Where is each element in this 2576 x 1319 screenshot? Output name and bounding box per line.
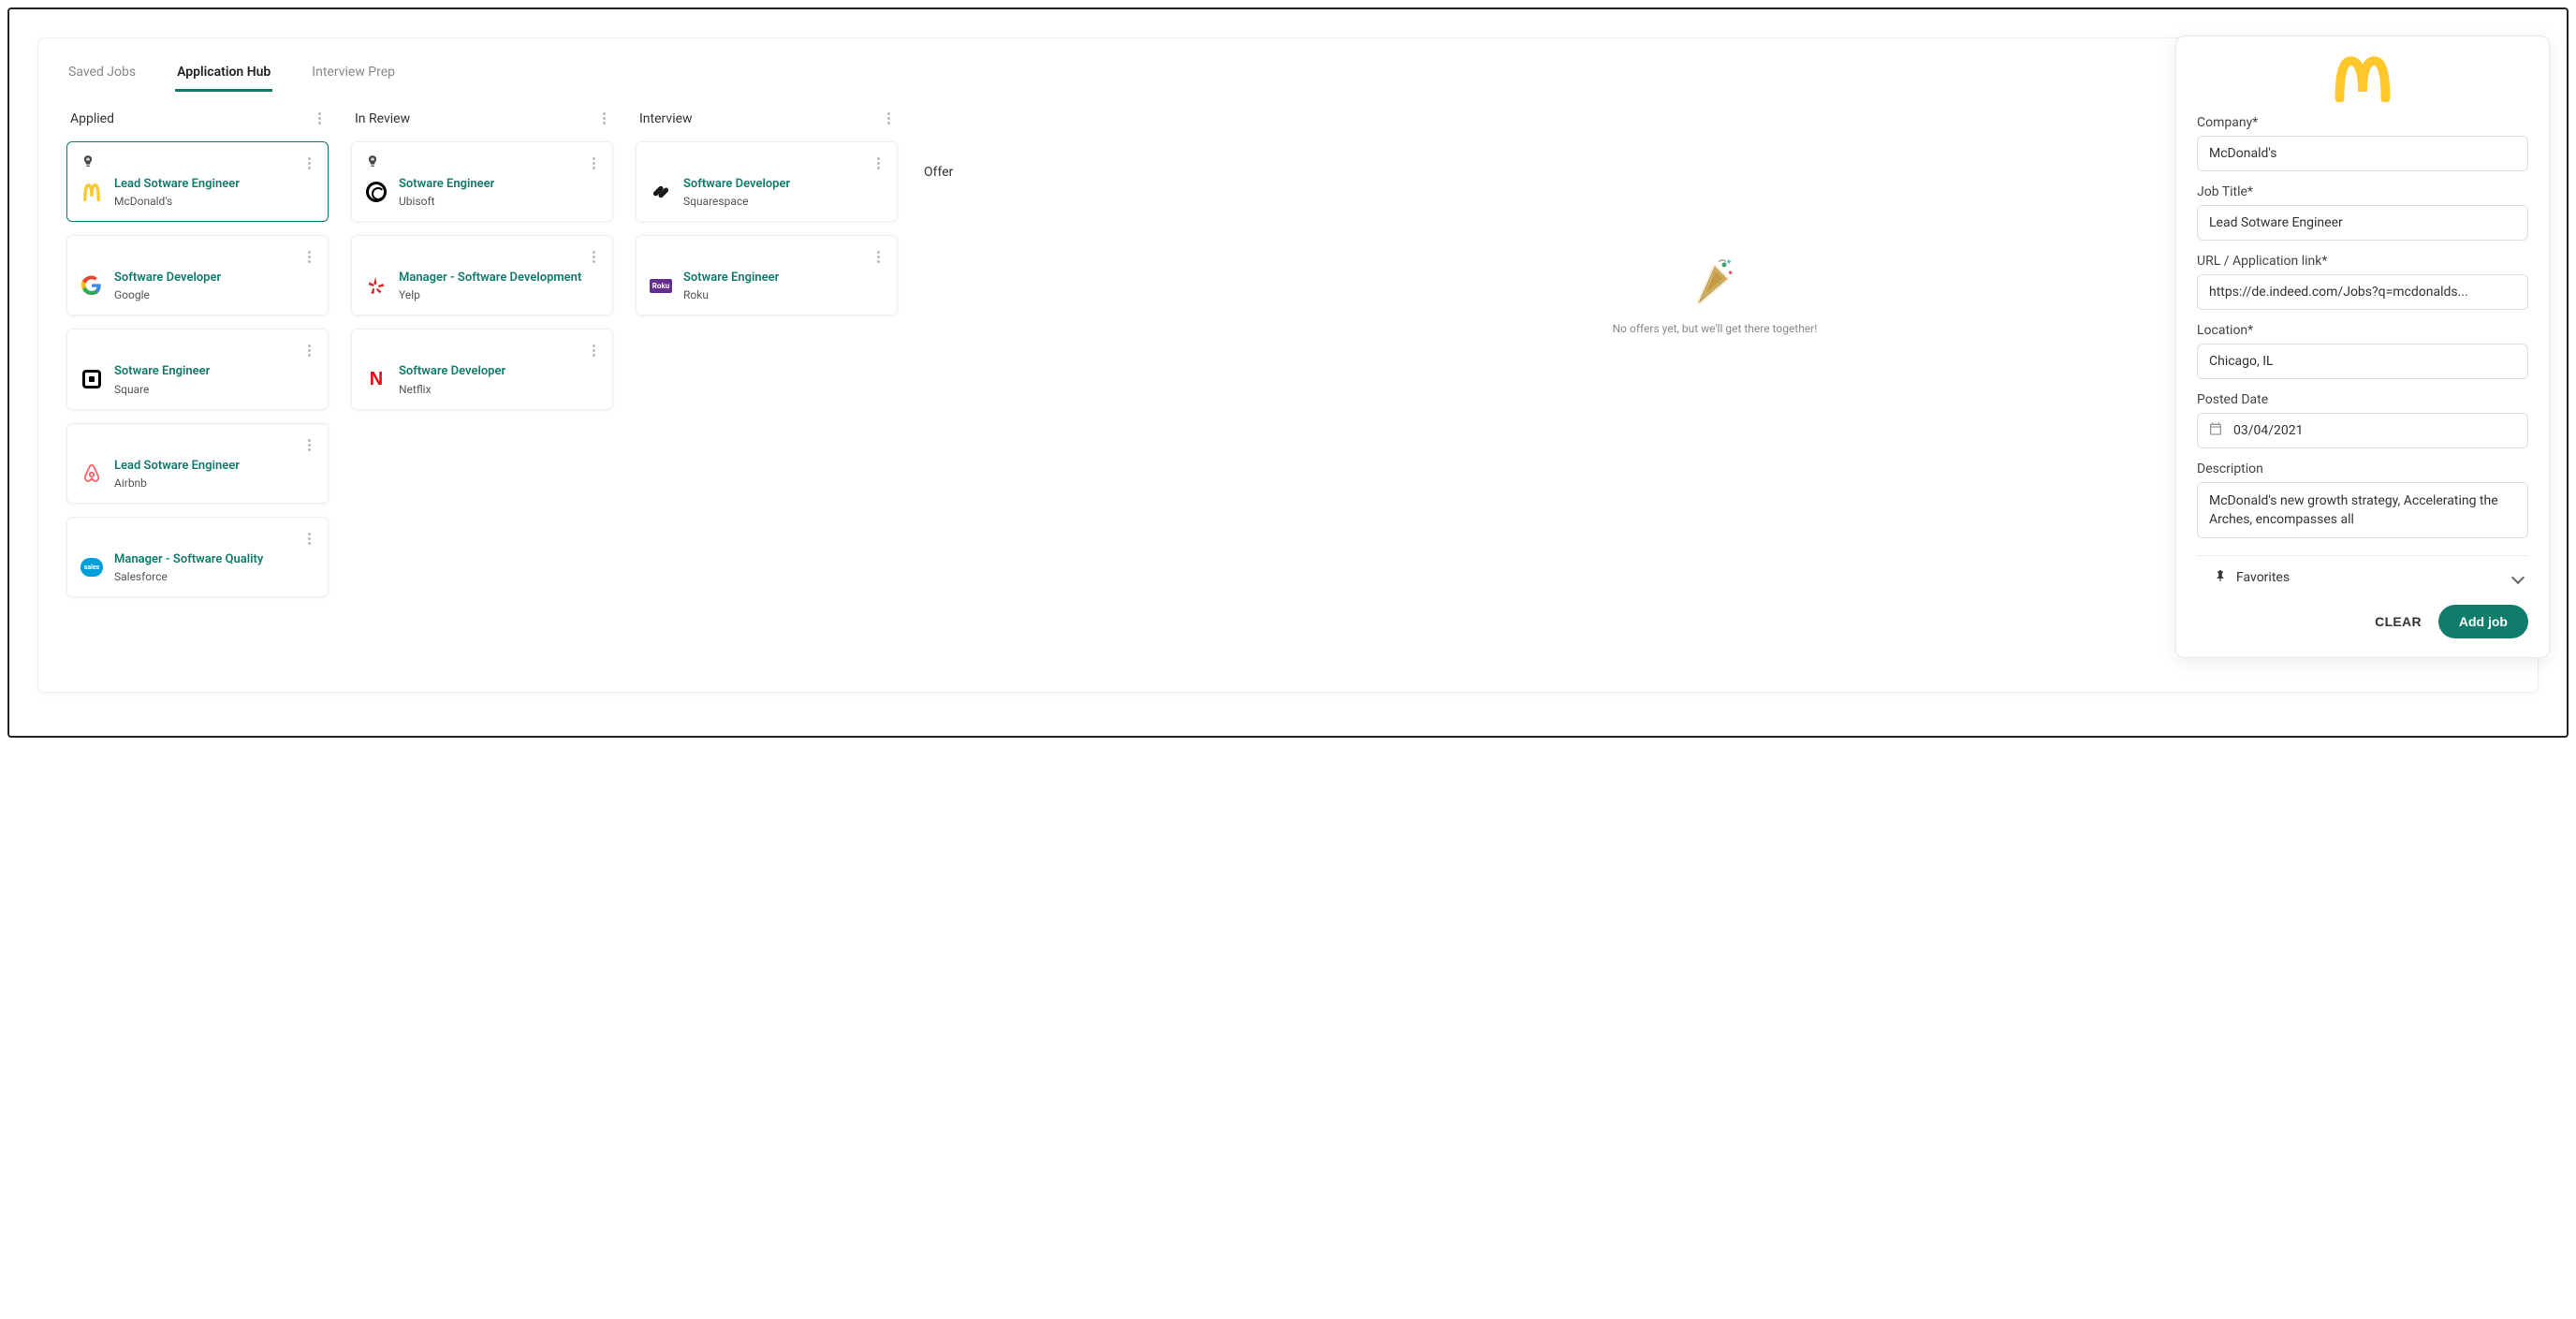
tab-application-hub[interactable]: Application Hub — [175, 55, 272, 92]
job-card[interactable]: sales Manager - Software Quality Salesfo… — [66, 517, 329, 597]
location-input[interactable] — [2197, 344, 2528, 379]
job-card[interactable]: Lead Sotware Engineer Airbnb — [66, 423, 329, 504]
job-card[interactable]: Software Developer Google — [66, 235, 329, 315]
card-job-title: Sotware Engineer — [399, 176, 494, 193]
job-card[interactable]: Roku Sotware Engineer Roku — [636, 235, 898, 315]
svg-text:$: $ — [87, 157, 89, 162]
squarespace-logo-icon — [650, 181, 672, 203]
airbnb-logo-icon — [80, 462, 103, 485]
description-textarea[interactable] — [2197, 482, 2528, 538]
column-applied: Applied $ Lead S — [66, 109, 329, 610]
yelp-logo-icon — [365, 274, 388, 297]
posted-date-label: Posted Date — [2197, 392, 2528, 407]
tabs-bar: Saved Jobs Application Hub Interview Pre… — [66, 55, 2510, 92]
column-header-applied: Applied — [66, 109, 329, 128]
job-card[interactable]: $ Sotware Engineer Ubisoft — [351, 141, 613, 222]
card-job-title: Software Developer — [114, 270, 221, 286]
card-menu-icon[interactable] — [304, 247, 315, 267]
card-company: Airbnb — [114, 476, 240, 490]
card-company: Netflix — [399, 383, 505, 396]
quick-apply-badge-icon: $ — [80, 154, 95, 169]
column-interview: Interview Software Developer — [636, 109, 898, 610]
clear-button[interactable]: CLEAR — [2375, 614, 2422, 629]
confetti-icon — [1691, 255, 1738, 311]
card-job-title: Manager - Software Quality — [114, 551, 263, 568]
quick-apply-badge-icon: $ — [365, 154, 380, 169]
card-job-title: Sotware Engineer — [114, 363, 210, 380]
job-card[interactable]: Sotware Engineer Square — [66, 329, 329, 409]
url-input[interactable] — [2197, 274, 2528, 310]
column-title: Offer — [924, 165, 953, 180]
roku-logo-icon: Roku — [650, 274, 672, 297]
card-job-title: Software Developer — [399, 363, 505, 380]
description-label: Description — [2197, 462, 2528, 476]
favorites-label-text: Favorites — [2236, 570, 2290, 585]
column-in-review: In Review $ Sotware Engineer U — [351, 109, 613, 610]
card-menu-icon[interactable] — [589, 154, 599, 173]
salesforce-logo-icon: sales — [80, 556, 103, 579]
ubisoft-logo-icon — [365, 181, 388, 203]
card-company: Roku — [683, 288, 779, 301]
company-label: Company* — [2197, 115, 2528, 130]
column-menu-icon[interactable] — [884, 109, 894, 128]
column-header-interview: Interview — [636, 109, 898, 128]
column-title: In Review — [355, 111, 410, 126]
card-company: Salesforce — [114, 570, 263, 583]
job-card[interactable]: Manager - Software Development Yelp — [351, 235, 613, 315]
company-input[interactable] — [2197, 136, 2528, 171]
job-detail-panel: Company* Job Title* URL / Application li… — [2175, 36, 2550, 658]
add-job-button[interactable]: Add job — [2438, 605, 2528, 638]
mcdonalds-logo-icon — [80, 181, 103, 203]
tab-saved-jobs[interactable]: Saved Jobs — [66, 55, 138, 92]
card-job-title: Sotware Engineer — [683, 270, 779, 286]
google-logo-icon — [80, 274, 103, 297]
job-card[interactable]: N Software Developer Netflix — [351, 329, 613, 409]
job-card[interactable]: Software Developer Squarespace — [636, 141, 898, 222]
card-menu-icon[interactable] — [304, 435, 315, 455]
card-company: Yelp — [399, 288, 581, 301]
card-menu-icon[interactable] — [589, 341, 599, 360]
card-menu-icon[interactable] — [873, 247, 884, 267]
card-company: Ubisoft — [399, 195, 494, 208]
card-menu-icon[interactable] — [873, 154, 884, 173]
square-logo-icon — [80, 368, 103, 390]
pin-icon — [2214, 569, 2227, 586]
card-job-title: Software Developer — [683, 176, 790, 193]
jobtitle-label: Job Title* — [2197, 184, 2528, 199]
card-menu-icon[interactable] — [304, 341, 315, 360]
app-frame: Saved Jobs Application Hub Interview Pre… — [7, 7, 2569, 738]
url-label: URL / Application link* — [2197, 254, 2528, 269]
svg-text:$: $ — [372, 157, 373, 162]
location-label: Location* — [2197, 323, 2528, 338]
card-menu-icon[interactable] — [304, 529, 315, 549]
card-job-title: Manager - Software Development — [399, 270, 581, 286]
column-title: Applied — [70, 111, 114, 126]
column-header-in-review: In Review — [351, 109, 613, 128]
card-job-title: Lead Sotware Engineer — [114, 176, 240, 193]
card-menu-icon[interactable] — [304, 154, 315, 173]
posted-date-input[interactable] — [2197, 413, 2528, 448]
card-company: Squarespace — [683, 195, 790, 208]
tab-interview-prep[interactable]: Interview Prep — [310, 55, 397, 92]
card-company: Google — [114, 288, 221, 301]
netflix-logo-icon: N — [365, 368, 388, 390]
card-job-title: Lead Sotware Engineer — [114, 458, 240, 475]
panel-company-logo — [2197, 55, 2528, 106]
kanban-columns: Applied $ Lead S — [66, 109, 2510, 610]
card-menu-icon[interactable] — [589, 247, 599, 267]
column-menu-icon[interactable] — [315, 109, 325, 128]
column-title: Interview — [639, 111, 693, 126]
jobtitle-input[interactable] — [2197, 205, 2528, 241]
chevron-down-icon — [2511, 571, 2525, 584]
calendar-icon — [2208, 421, 2223, 440]
board-container: Saved Jobs Application Hub Interview Pre… — [37, 37, 2539, 693]
favorites-row[interactable]: Favorites — [2197, 555, 2528, 586]
column-menu-icon[interactable] — [599, 109, 609, 128]
card-company: McDonald's — [114, 195, 240, 208]
card-company: Square — [114, 383, 210, 396]
job-card[interactable]: $ Lead Sotware Engineer McDonald's — [66, 141, 329, 222]
